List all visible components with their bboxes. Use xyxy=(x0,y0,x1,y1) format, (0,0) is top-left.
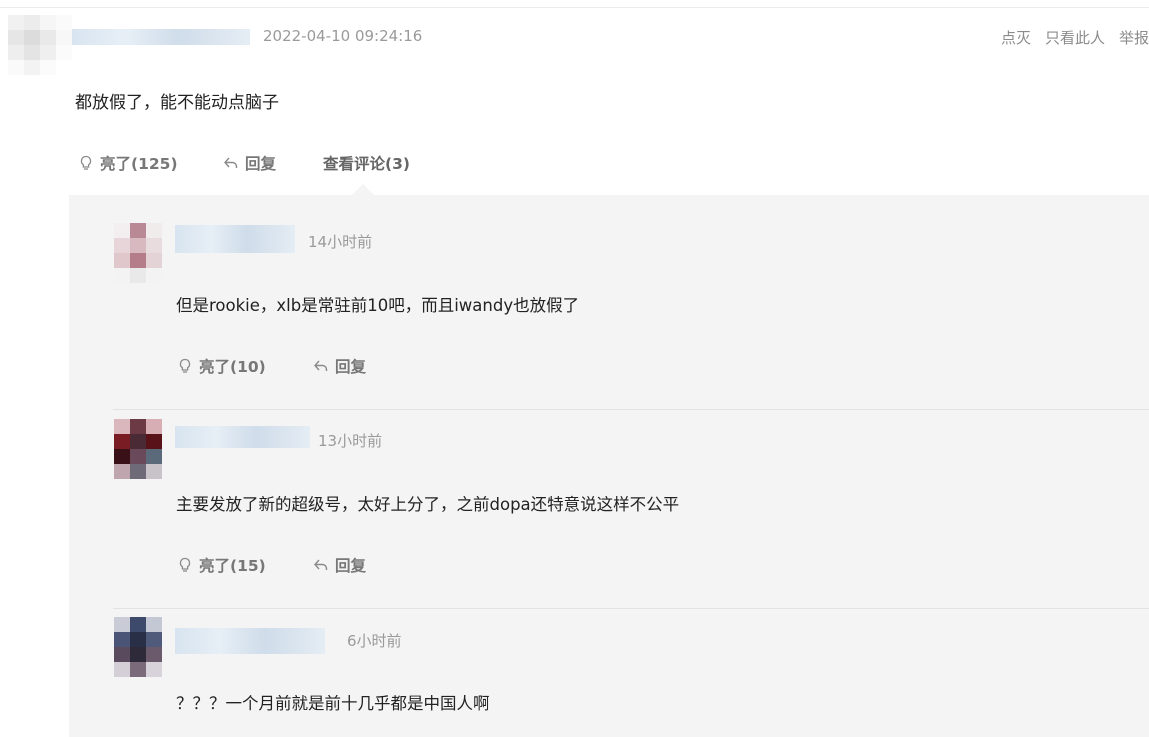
reply-content: 主要发放了新的超级号，太好上分了，之前dopa还特意说这样不公平 xyxy=(176,495,680,514)
avatar[interactable] xyxy=(8,15,72,75)
lightbulb-icon xyxy=(179,358,191,373)
reply-avatar[interactable] xyxy=(114,223,162,283)
replies-pointer xyxy=(352,184,374,195)
reply-username[interactable] xyxy=(175,628,325,654)
post-actions: 点灭 只看此人 举报 xyxy=(1001,27,1149,48)
reply-reply-label: 回复 xyxy=(335,557,367,575)
reply-reply-button[interactable]: 回复 xyxy=(312,355,366,377)
like-count: 亮了(125) xyxy=(100,155,178,173)
lightbulb-icon xyxy=(80,155,92,170)
reply-label: 回复 xyxy=(245,155,277,173)
reply-arrow-icon xyxy=(314,559,328,570)
view-comments-button[interactable]: 查看评论(3) xyxy=(323,152,410,174)
reply-avatar[interactable] xyxy=(114,419,162,479)
reply-divider xyxy=(113,409,1149,410)
reply-username[interactable] xyxy=(175,426,310,448)
reply-arrow-icon xyxy=(224,157,238,168)
only-this-user-link[interactable]: 只看此人 xyxy=(1045,27,1105,48)
reply-reply-label: 回复 xyxy=(335,358,367,376)
lightbulb-icon xyxy=(179,557,191,572)
reply-time: 14小时前 xyxy=(308,233,373,251)
reply-like-count: 亮了(10) xyxy=(199,358,266,376)
report-link[interactable]: 举报 xyxy=(1119,27,1149,48)
replies-panel xyxy=(69,195,1149,737)
post-content: 都放假了，能不能动点脑子 xyxy=(75,93,279,113)
reply-avatar[interactable] xyxy=(114,617,162,677)
reply-reply-button[interactable]: 回复 xyxy=(312,554,366,576)
reply-content: ？？？一个月前就是前十几乎都是中国人啊 xyxy=(176,694,490,713)
view-comments-label: 查看评论(3) xyxy=(323,155,410,173)
reply-content: 但是rookie，xlb是常驻前10吧，而且iwandy也放假了 xyxy=(176,296,580,315)
username[interactable] xyxy=(72,29,250,45)
like-button[interactable]: 亮了(125) xyxy=(77,152,178,174)
post-timestamp: 2022-04-10 09:24:16 xyxy=(263,27,423,45)
reply-button[interactable]: 回复 xyxy=(222,152,276,174)
reply-time: 13小时前 xyxy=(318,432,383,450)
reply-like-count: 亮了(15) xyxy=(199,557,266,575)
reply-username[interactable] xyxy=(175,225,295,253)
downvote-link[interactable]: 点灭 xyxy=(1001,27,1031,48)
reply-like-button[interactable]: 亮了(10) xyxy=(176,355,266,377)
reply-arrow-icon xyxy=(314,360,328,371)
reply-divider xyxy=(113,608,1149,609)
reply-time: 6小时前 xyxy=(347,632,402,650)
top-divider xyxy=(0,7,1149,8)
reply-like-button[interactable]: 亮了(15) xyxy=(176,554,266,576)
